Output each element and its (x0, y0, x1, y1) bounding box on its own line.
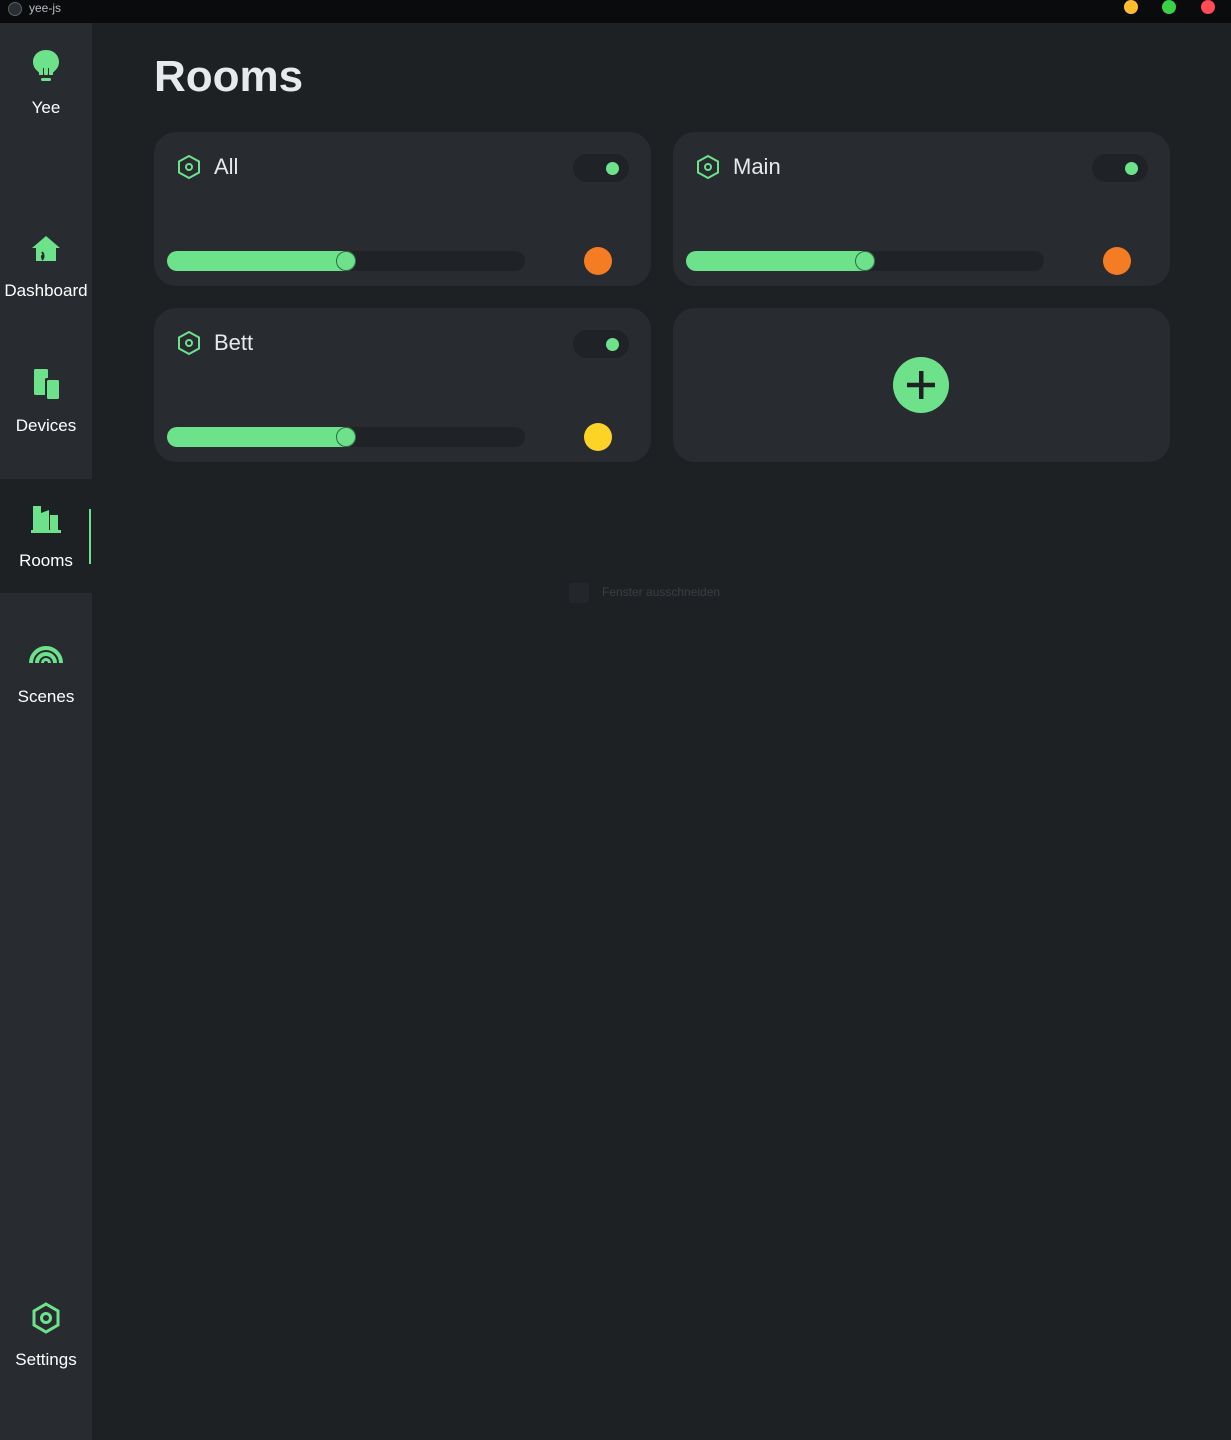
power-toggle[interactable] (1092, 154, 1148, 182)
slider-fill (167, 427, 356, 447)
color-picker-button[interactable] (584, 247, 612, 275)
home-icon (32, 236, 60, 261)
room-settings-icon[interactable] (176, 154, 202, 180)
sidebar-item-label: Rooms (19, 551, 73, 570)
close-button[interactable] (1201, 0, 1215, 14)
brightness-slider[interactable] (686, 251, 1044, 271)
room-settings-icon[interactable] (695, 154, 721, 180)
ghost-tooltip: Fenster ausschneiden (566, 580, 786, 606)
page-title: Rooms (154, 52, 304, 101)
room-name: All (214, 154, 239, 179)
add-room-button[interactable] (893, 357, 949, 413)
window-title: yee-js (29, 1, 62, 15)
sidebar-item-scenes[interactable]: Scenes (0, 615, 92, 729)
minimize-button[interactable] (1124, 0, 1138, 14)
power-toggle[interactable] (573, 154, 629, 182)
slider-fill (167, 251, 356, 271)
plus-icon (907, 371, 935, 399)
sidebar-item-label: Settings (15, 1350, 77, 1369)
brightness-slider[interactable] (167, 251, 525, 271)
slider-fill (686, 251, 875, 271)
gear-icon (32, 1302, 60, 1334)
color-picker-button[interactable] (584, 423, 612, 451)
room-card-all[interactable]: All (154, 132, 651, 286)
sidebar-item-devices[interactable]: Devices (0, 344, 92, 458)
slider-thumb[interactable] (336, 427, 356, 447)
rooms-icon (31, 506, 61, 533)
slider-thumb[interactable] (855, 251, 875, 271)
sidebar-item-dashboard[interactable]: Dashboard (0, 209, 92, 323)
app-icon (8, 2, 22, 16)
slider-thumb[interactable] (336, 251, 356, 271)
toggle-knob (1125, 162, 1138, 175)
devices-icon (34, 369, 60, 400)
ghost-tooltip-text: Fenster ausschneiden (602, 585, 721, 599)
room-name: Main (733, 154, 781, 179)
lightbulb-icon (33, 50, 59, 81)
snip-icon (569, 583, 589, 603)
sidebar-item-label: Devices (15, 416, 77, 435)
sidebar: Yee Dashboard Devices Rooms Scenes Setti… (0, 23, 92, 1440)
sidebar-brand-label: Yee (31, 98, 61, 117)
title-bar: yee-js (0, 0, 1231, 23)
add-room-card[interactable] (673, 308, 1170, 462)
sidebar-item-rooms[interactable]: Rooms (0, 479, 92, 593)
maximize-button[interactable] (1162, 0, 1176, 14)
room-name: Bett (214, 330, 254, 355)
room-card-main[interactable]: Main (673, 132, 1170, 286)
color-picker-button[interactable] (1103, 247, 1131, 275)
main-content: Rooms All Main Bett Fenster ausschneiden (92, 23, 1231, 1440)
power-toggle[interactable] (573, 330, 629, 358)
sidebar-item-settings[interactable]: Settings (0, 1278, 92, 1392)
sidebar-item-label: Dashboard (4, 281, 88, 300)
brightness-slider[interactable] (167, 427, 525, 447)
rainbow-icon (29, 646, 63, 664)
sidebar-item-label: Scenes (17, 687, 75, 706)
toggle-knob (606, 338, 619, 351)
active-indicator (89, 509, 91, 564)
sidebar-brand[interactable]: Yee (0, 23, 92, 137)
room-card-bett[interactable]: Bett (154, 308, 651, 462)
room-settings-icon[interactable] (176, 330, 202, 356)
toggle-knob (606, 162, 619, 175)
